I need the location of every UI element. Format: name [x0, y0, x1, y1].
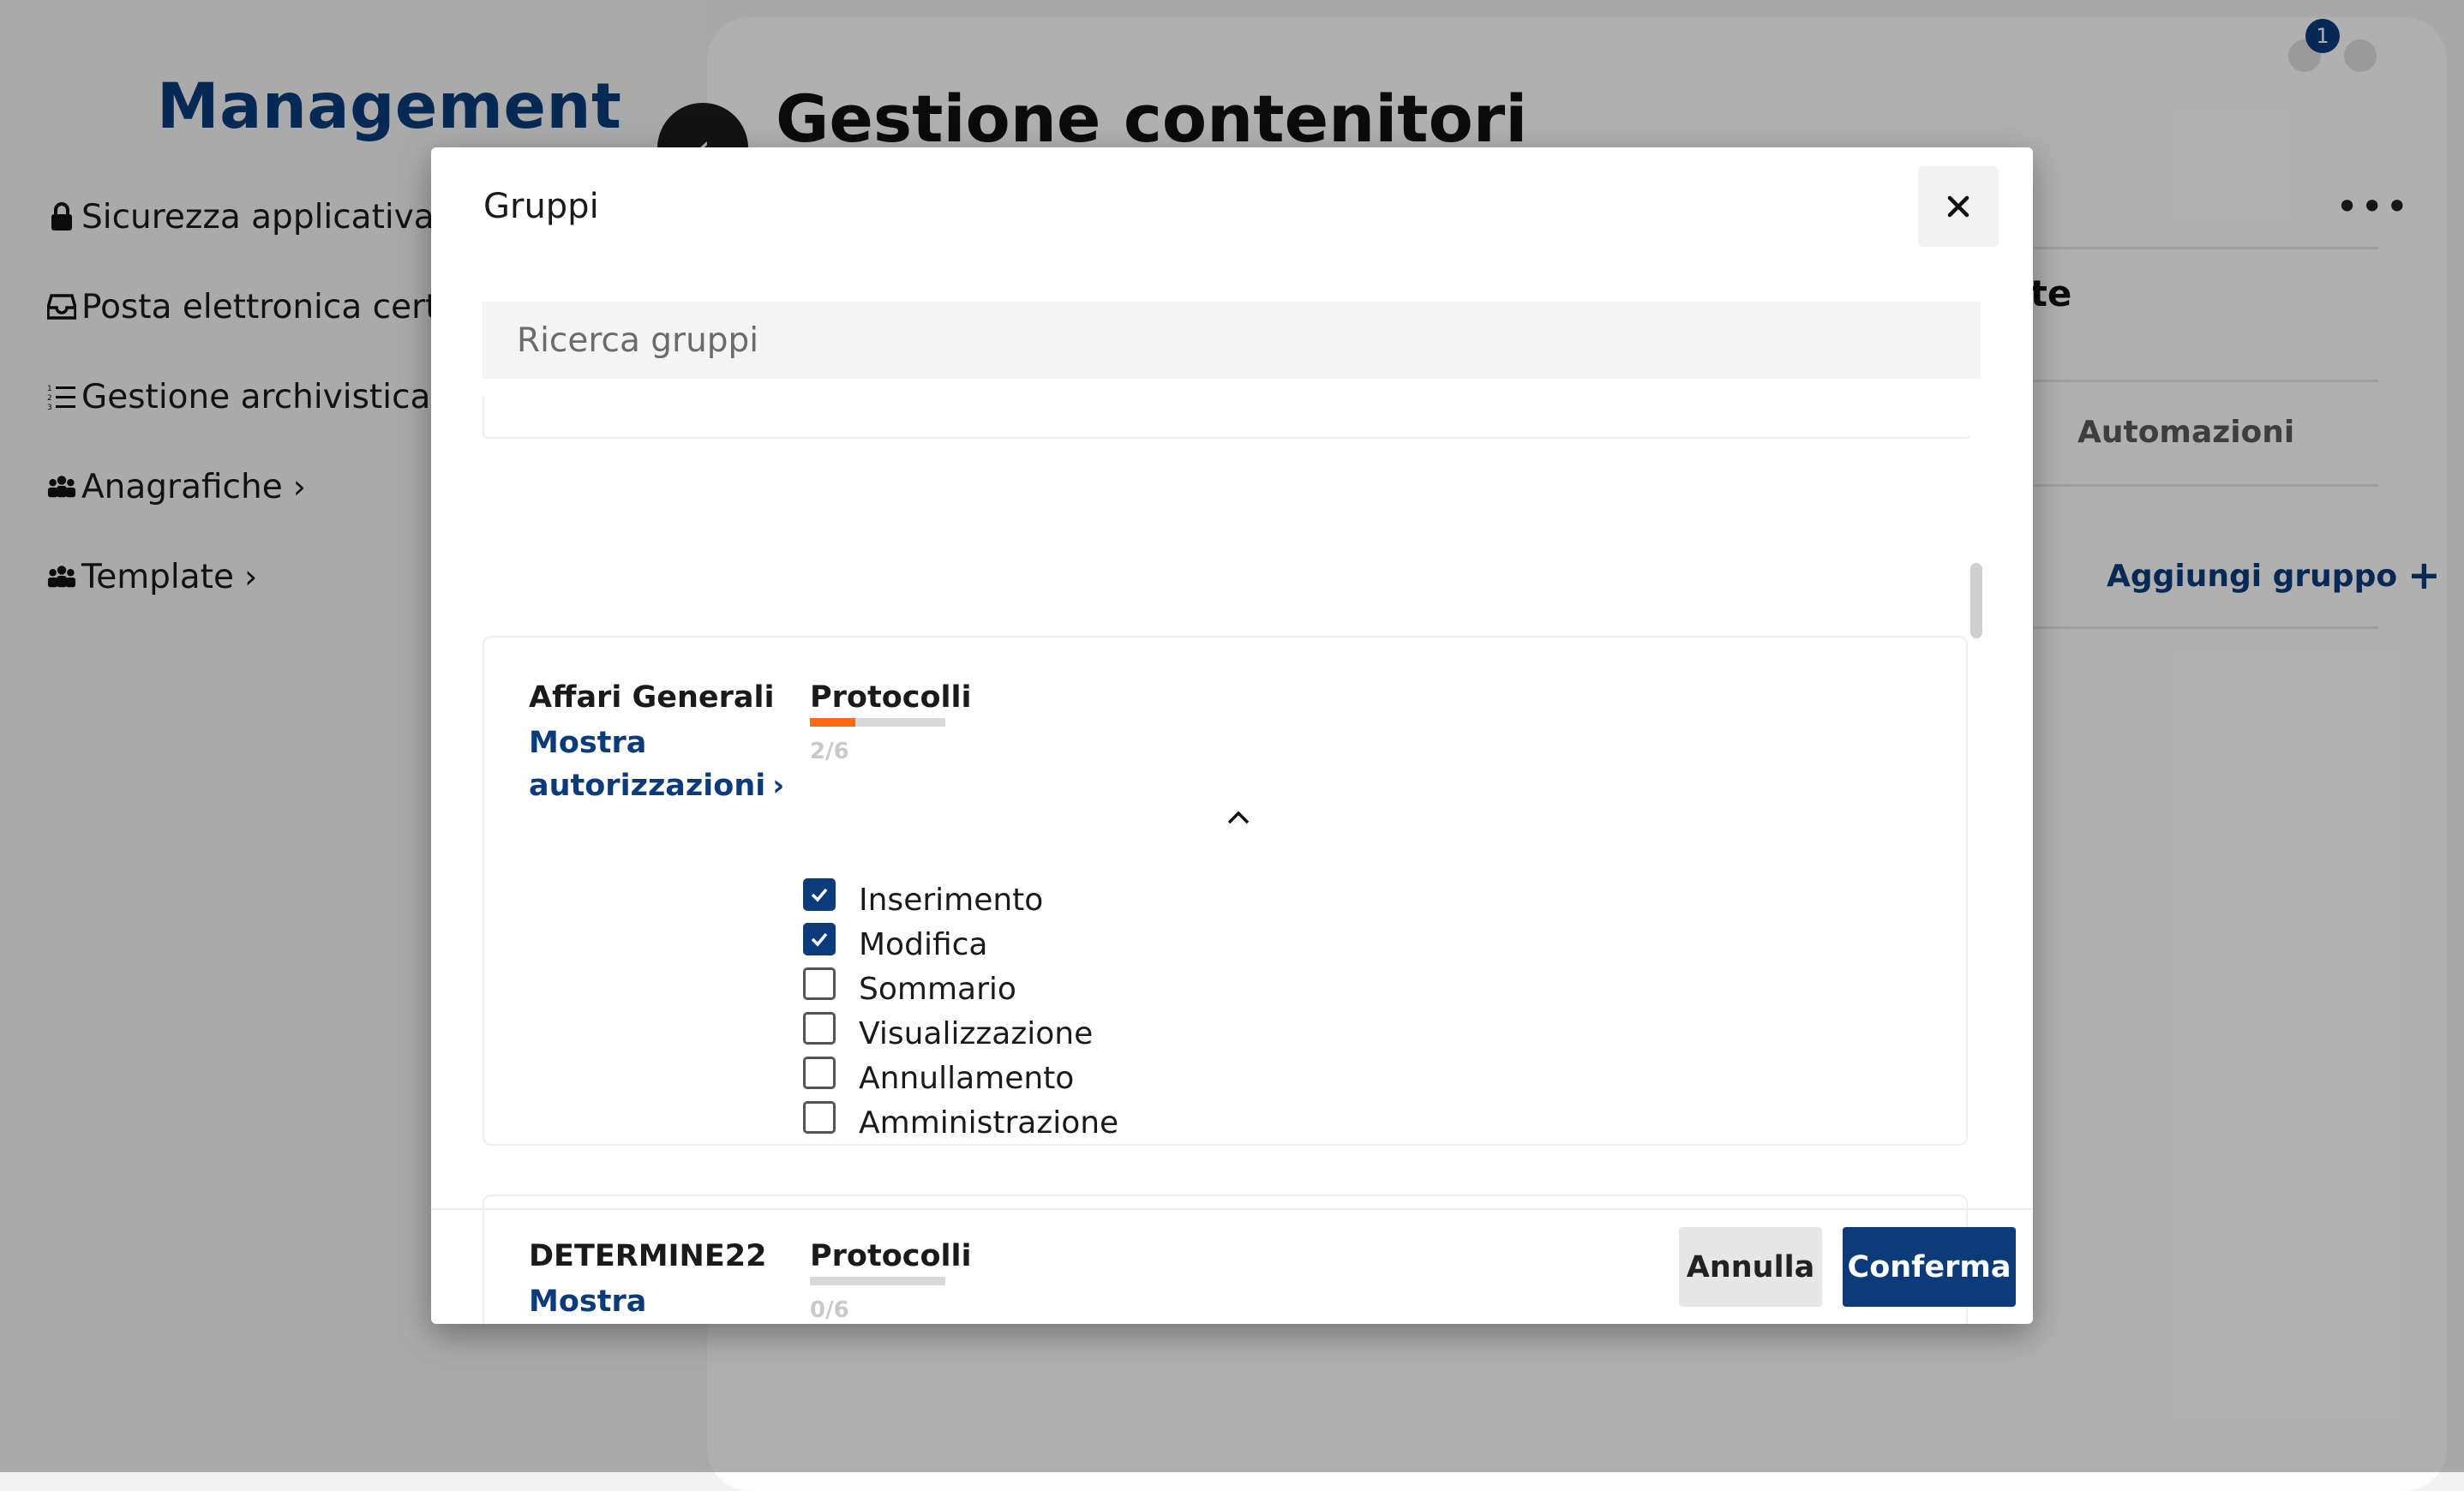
permission-label: Modifica [859, 926, 988, 962]
permission-progress-bar [810, 718, 945, 727]
scrollbar-thumb[interactable] [1970, 563, 1982, 638]
checkmark-icon [811, 932, 828, 947]
chevron-up-icon [1227, 811, 1250, 824]
collapse-toggle[interactable] [1221, 800, 1256, 835]
groups-list-viewport[interactable]: Affari Generali Mostra autorizzazioni › P… [483, 396, 1969, 1324]
permission-item[interactable]: Visualizzazione [803, 1011, 1118, 1056]
chevron-right-icon: › [772, 769, 785, 803]
confirm-button[interactable]: Conferma [1843, 1227, 2016, 1307]
permissions-checklist: Inserimento Modifica Sommario Visualizza… [803, 877, 1119, 1144]
modal-title: Gruppi [483, 187, 599, 226]
permission-label: Inserimento [859, 882, 1044, 918]
permission-item[interactable]: Inserimento [803, 877, 1118, 922]
permission-category: Protocolli [810, 1239, 972, 1273]
checkmark-icon [811, 888, 828, 902]
permission-item[interactable]: Sommario [803, 967, 1118, 1011]
permission-progress-fill [810, 718, 855, 727]
permission-label: Sommario [859, 971, 1016, 1007]
permission-progress-bar [810, 1277, 945, 1285]
groups-modal: Gruppi Affari Generali Mostra autorizzaz… [431, 147, 2033, 1324]
permission-label: Visualizzazione [859, 1015, 1094, 1051]
permission-item[interactable]: Modifica [803, 922, 1118, 967]
checkbox[interactable] [803, 967, 836, 1000]
group-card-affari-generali: Affari Generali Mostra autorizzazioni › P… [483, 636, 1968, 1146]
modal-footer-divider [431, 1208, 2033, 1210]
permission-label: Annullamento [859, 1060, 1075, 1096]
permission-progress-count: 0/6 [810, 1297, 849, 1323]
checkbox[interactable] [803, 1057, 836, 1089]
permission-progress-count: 2/6 [810, 739, 849, 764]
list-item [483, 396, 1969, 439]
group-name: DETERMINE22 [529, 1239, 767, 1273]
close-button[interactable] [1918, 166, 1999, 247]
permission-item[interactable]: Annullamento [803, 1056, 1118, 1100]
cancel-button[interactable]: Annulla [1679, 1227, 1822, 1307]
checkbox[interactable] [803, 923, 836, 955]
show-authorizations-link[interactable]: Mostra autorizzazioni› [529, 1280, 752, 1324]
permission-category: Protocolli [810, 680, 972, 715]
permission-label: Amministrazione [859, 1105, 1119, 1141]
checkbox[interactable] [803, 1101, 836, 1134]
show-authorizations-link[interactable]: Mostra autorizzazioni› [529, 722, 784, 807]
show-authorizations-label: Mostra autorizzazioni [529, 1284, 647, 1319]
groups-list: Affari Generali Mostra autorizzazioni › P… [483, 396, 1982, 1324]
permission-item[interactable]: Amministrazione [803, 1100, 1119, 1144]
group-name: Affari Generali [529, 680, 775, 715]
show-authorizations-label: Mostra autorizzazioni [529, 726, 766, 803]
checkbox[interactable] [803, 878, 836, 911]
search-groups-input[interactable] [483, 302, 1981, 379]
close-icon [1947, 195, 1969, 218]
checkbox[interactable] [803, 1012, 836, 1045]
